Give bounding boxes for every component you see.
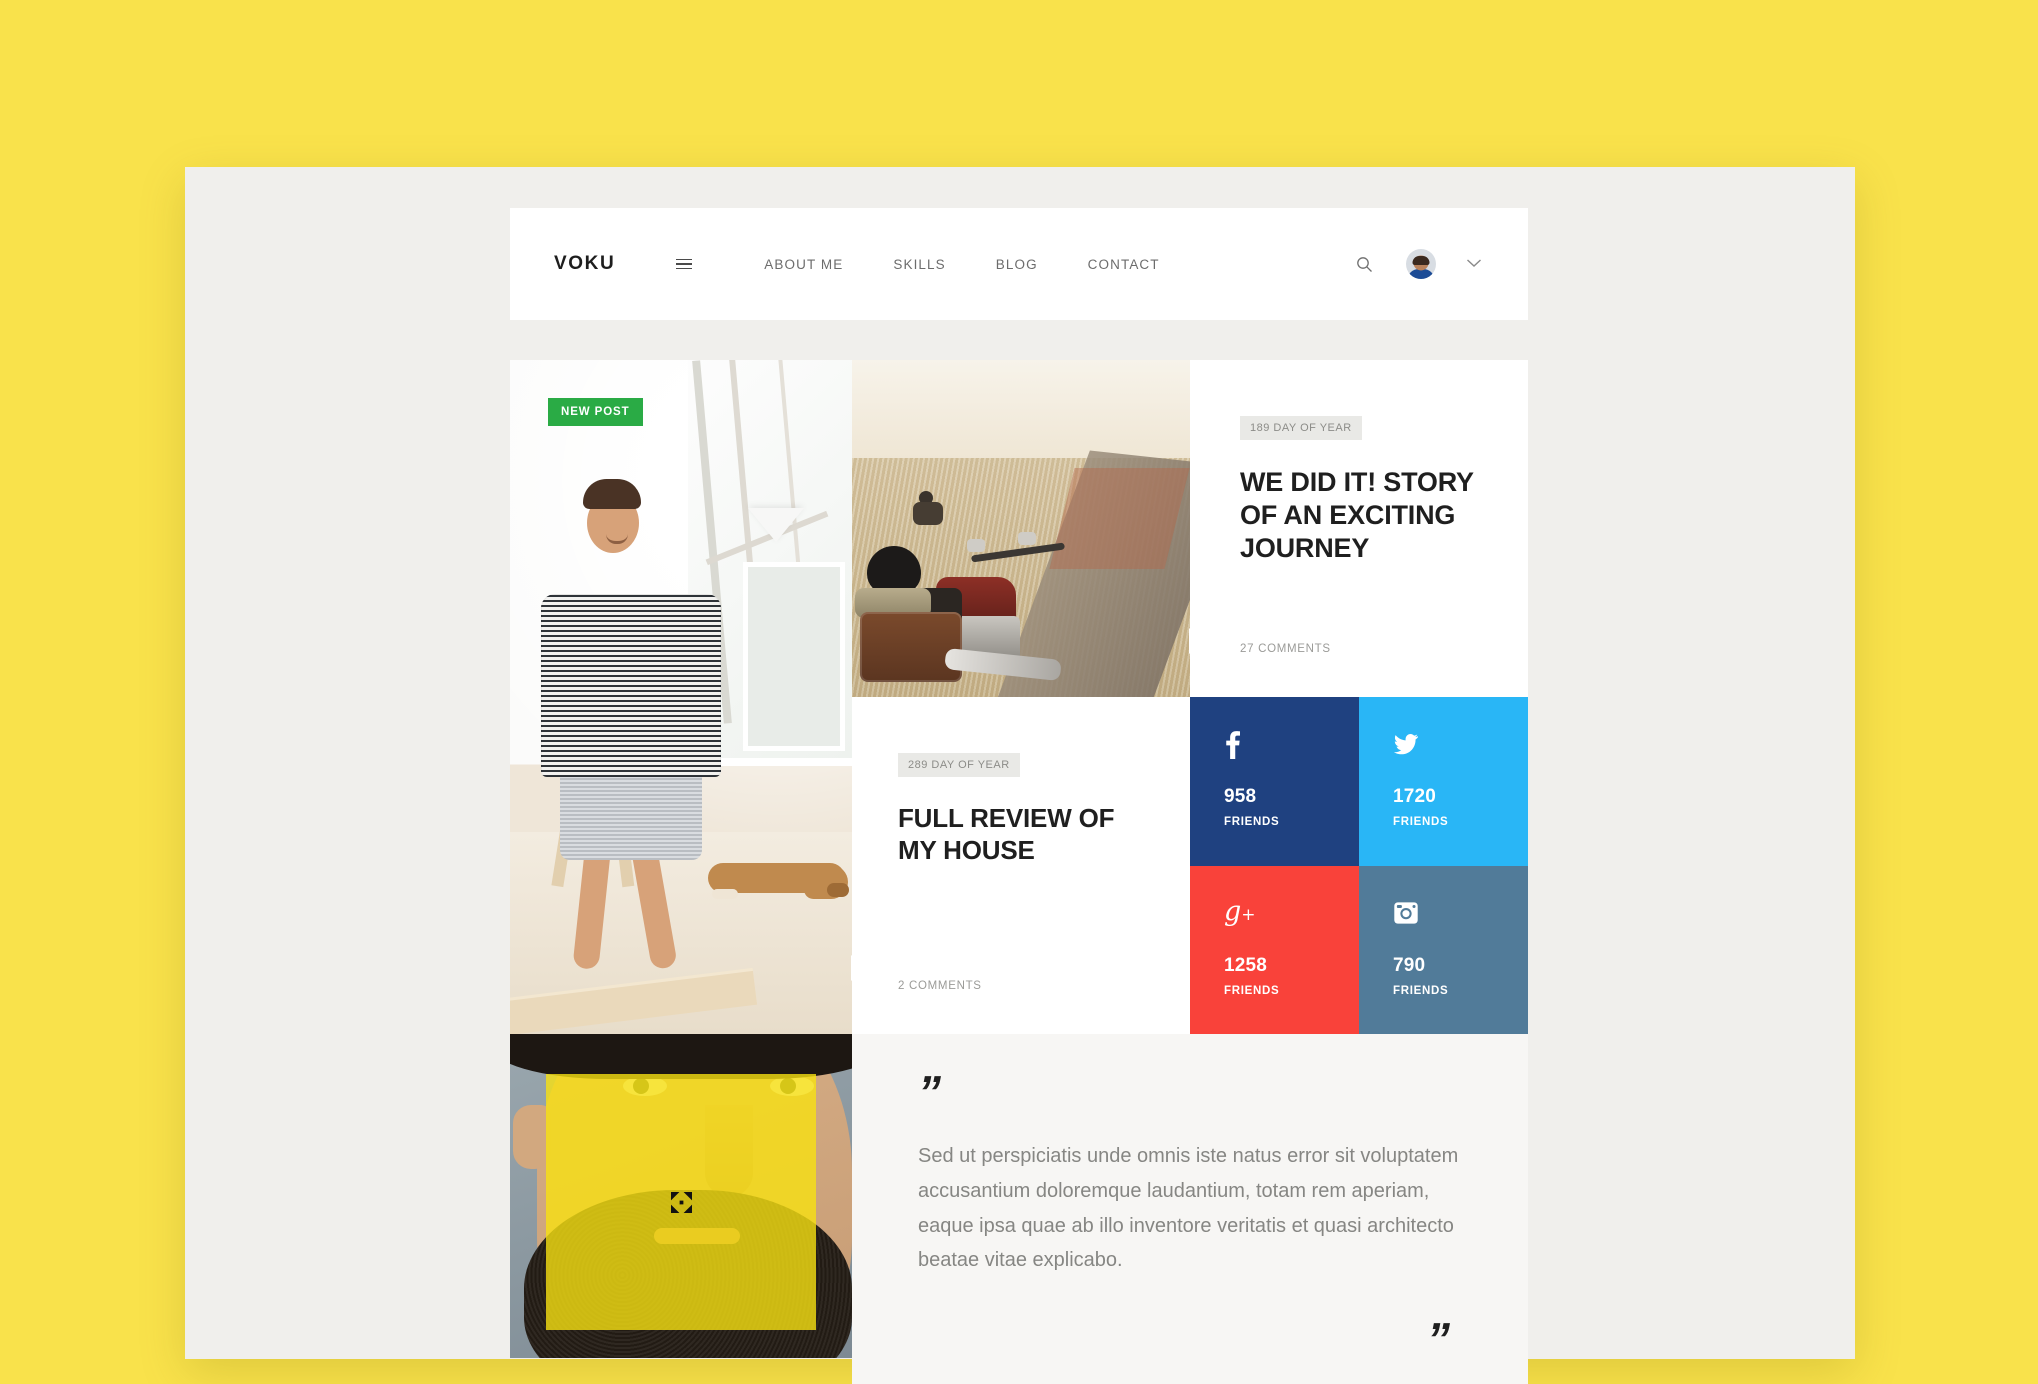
card-notch-icon xyxy=(851,955,866,981)
social-tile-facebook[interactable]: 958 FRIENDS xyxy=(1190,697,1359,866)
hamburger-icon[interactable] xyxy=(671,258,697,270)
googleplus-count: 1258 xyxy=(1224,955,1268,976)
quote-close-mark: ” xyxy=(1427,1313,1450,1365)
journey-post-comments[interactable]: 27 COMMENTS xyxy=(1240,643,1331,655)
expand-overlay[interactable] xyxy=(546,1074,816,1330)
brand-logo[interactable]: VOKU xyxy=(554,253,615,275)
nav-item-blog[interactable]: BLOG xyxy=(971,257,1063,272)
facebook-label: FRIENDS xyxy=(1224,816,1280,828)
chevron-down-icon[interactable] xyxy=(1466,255,1482,273)
house-post-comments[interactable]: 2 COMMENTS xyxy=(898,980,982,992)
navbar: VOKU ABOUT ME SKILLS BLOG CONTACT xyxy=(510,208,1528,320)
googleplus-label: FRIENDS xyxy=(1224,985,1280,997)
twitter-label: FRIENDS xyxy=(1393,816,1449,828)
google-plus-icon: g+ xyxy=(1224,896,1256,927)
social-tile-googleplus[interactable]: g+ 1258 FRIENDS xyxy=(1190,866,1359,1035)
card-notch-icon xyxy=(1189,628,1204,654)
column-middle: 289 DAY OF YEAR FULL REVIEW OF MY HOUSE … xyxy=(851,360,1190,1034)
nav-item-contact[interactable]: CONTACT xyxy=(1063,257,1185,272)
facebook-count: 958 xyxy=(1224,786,1257,807)
social-stats-grid: 958 FRIENDS 1720 FRIENDS g+ 1258 FRIENDS xyxy=(1190,697,1528,1035)
quote-open-mark: ” xyxy=(918,1066,941,1118)
column-right: 189 DAY OF YEAR WE DID IT! STORY OF AN E… xyxy=(1189,360,1528,697)
quote-text: Sed ut perspiciatis unde omnis iste natu… xyxy=(918,1145,1459,1272)
nav-right xyxy=(1352,249,1482,279)
journey-day-badge: 189 DAY OF YEAR xyxy=(1240,416,1362,440)
journey-post-card: 189 DAY OF YEAR WE DID IT! STORY OF AN E… xyxy=(1189,360,1528,697)
instagram-label: FRIENDS xyxy=(1393,985,1449,997)
twitter-icon xyxy=(1393,729,1494,775)
social-tile-twitter[interactable]: 1720 FRIENDS xyxy=(1359,697,1528,866)
quote-block: ” Sed ut perspiciatis unde omnis iste na… xyxy=(852,1034,1528,1384)
search-icon[interactable] xyxy=(1352,252,1376,276)
house-post-card: 289 DAY OF YEAR FULL REVIEW OF MY HOUSE … xyxy=(851,697,1190,1034)
avatar[interactable] xyxy=(1406,249,1436,279)
journey-post-image[interactable] xyxy=(852,360,1190,697)
hero-post-image[interactable]: NEW POST xyxy=(510,360,852,1034)
journey-post-title[interactable]: WE DID IT! STORY OF AN EXCITING JOURNEY xyxy=(1240,466,1478,565)
social-tile-instagram[interactable]: 790 FRIENDS xyxy=(1359,866,1528,1035)
house-day-badge: 289 DAY OF YEAR xyxy=(898,753,1020,777)
expand-arrows-icon xyxy=(670,1191,692,1213)
instagram-icon xyxy=(1393,898,1494,944)
new-post-badge[interactable]: NEW POST xyxy=(548,398,643,426)
house-post-title[interactable]: FULL REVIEW OF MY HOUSE xyxy=(898,803,1144,866)
column-left: NEW POST xyxy=(510,360,852,1358)
nav-links: ABOUT ME SKILLS BLOG CONTACT xyxy=(671,257,1184,272)
facebook-icon xyxy=(1224,729,1325,775)
instagram-count: 790 xyxy=(1393,955,1426,976)
portrait-post-image[interactable] xyxy=(510,1034,852,1358)
nav-item-about-me[interactable]: ABOUT ME xyxy=(739,257,868,272)
twitter-count: 1720 xyxy=(1393,786,1437,807)
nav-item-skills[interactable]: SKILLS xyxy=(868,257,970,272)
